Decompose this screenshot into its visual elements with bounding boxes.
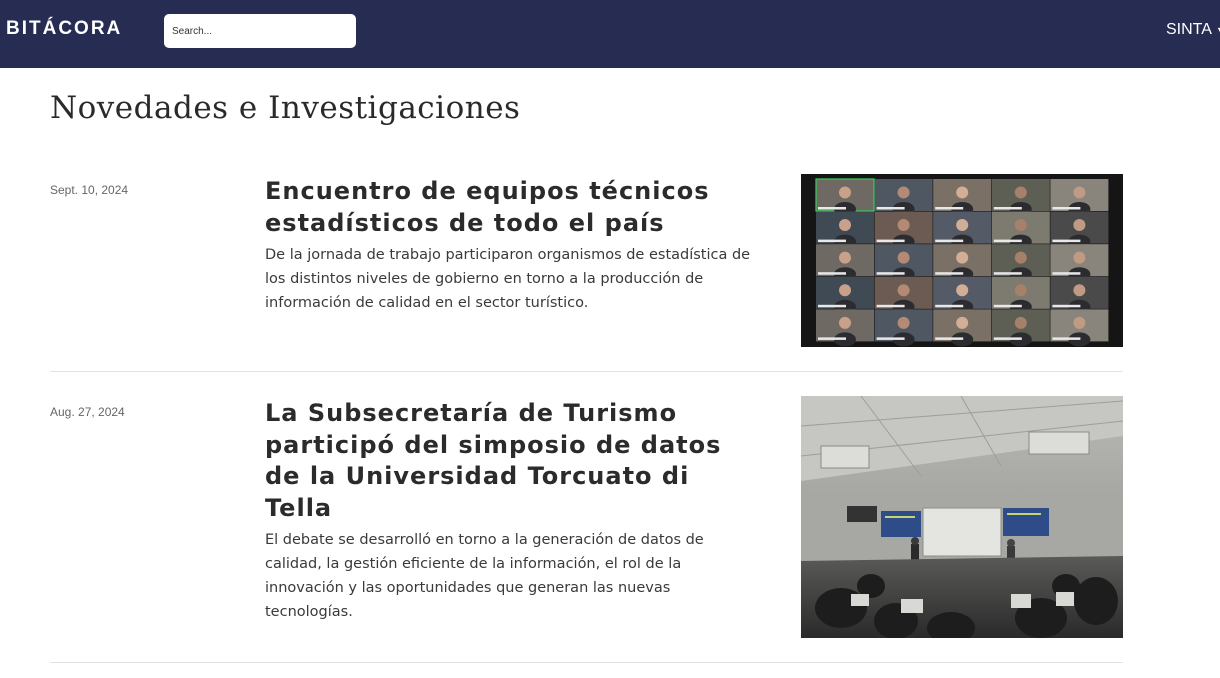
article-summary: El debate se desarrolló en torno a la ge… [265, 532, 704, 620]
caret-down-icon: ▼ [1216, 25, 1220, 35]
article-divider [50, 662, 1123, 663]
user-menu-dropdown[interactable]: SINTA ▼ [1166, 21, 1220, 39]
article-title[interactable]: Encuentro de equipos técnicos estadístic… [265, 176, 745, 239]
article-title[interactable]: La Subsecretaría de Turismo participó de… [265, 398, 745, 524]
search-input[interactable] [164, 14, 356, 48]
top-navbar: BITÁCORA SINTA ▼ [0, 0, 1220, 68]
article-image-video-call[interactable] [801, 174, 1123, 347]
video-call-grid-image [801, 174, 1123, 347]
user-name: SINTA [1166, 21, 1212, 38]
brand-logo[interactable]: BITÁCORA [6, 18, 122, 40]
page-title: Novedades e Investigaciones [50, 90, 521, 126]
article-date: Sept. 10, 2024 [50, 183, 129, 197]
article-image-auditorium[interactable] [801, 396, 1123, 638]
auditorium-photo-image [801, 396, 1123, 638]
article-date: Aug. 27, 2024 [50, 405, 125, 419]
article-summary: De la jornada de trabajo participaron or… [265, 247, 751, 311]
article-divider [50, 371, 1123, 372]
